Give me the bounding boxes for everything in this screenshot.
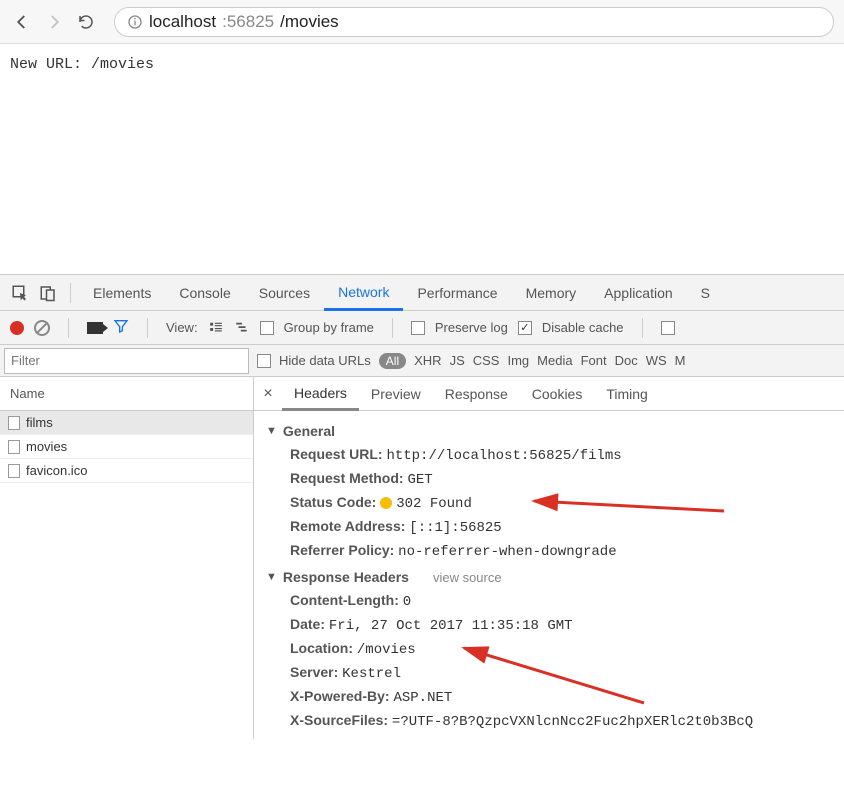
screenshot-icon[interactable] [87, 322, 103, 334]
info-icon [127, 14, 143, 30]
general-section[interactable]: ▼ General [266, 423, 832, 439]
detail-tab-headers[interactable]: Headers [282, 377, 359, 411]
status-dot-icon [380, 497, 392, 509]
general-title: General [283, 423, 335, 439]
hide-data-urls-checkbox[interactable] [257, 354, 271, 368]
chevron-down-icon: ▼ [266, 425, 277, 437]
filter-xhr[interactable]: XHR [414, 353, 441, 368]
filter-js[interactable]: JS [450, 353, 465, 368]
detail-tab-cookies[interactable]: Cookies [520, 377, 595, 411]
devtools: Elements Console Sources Network Perform… [0, 274, 844, 739]
detail-tab-response[interactable]: Response [433, 377, 520, 411]
tab-elements[interactable]: Elements [79, 275, 165, 311]
url-bar[interactable]: localhost :56825/movies [114, 7, 834, 37]
url-path: /movies [280, 12, 339, 32]
filter-font[interactable]: Font [581, 353, 607, 368]
page-content: New URL: /movies [0, 44, 844, 274]
filter-icon[interactable] [113, 318, 129, 337]
filter-manifest[interactable]: M [675, 353, 686, 368]
kv-content-length: Content-Length: 0 [266, 589, 832, 613]
request-list-header[interactable]: Name [0, 377, 253, 411]
group-by-frame-label: Group by frame [284, 320, 374, 335]
request-list: Name films movies favicon.ico [0, 377, 254, 739]
filter-doc[interactable]: Doc [615, 353, 638, 368]
kv-request-method: Request Method: GET [266, 467, 832, 491]
file-icon [8, 416, 20, 430]
group-by-frame-checkbox[interactable] [260, 321, 274, 335]
preserve-log-label: Preserve log [435, 320, 508, 335]
devtools-tabs: Elements Console Sources Network Perform… [0, 275, 844, 311]
url-host: localhost [149, 12, 216, 32]
filter-css[interactable]: CSS [473, 353, 500, 368]
tab-application[interactable]: Application [590, 275, 687, 311]
close-detail-button[interactable]: × [254, 385, 282, 403]
filter-media[interactable]: Media [537, 353, 572, 368]
detail-body: ▼ General Request URL: http://localhost:… [254, 411, 844, 739]
detail-tabs: × Headers Preview Response Cookies Timin… [254, 377, 844, 411]
request-name: films [26, 415, 53, 430]
url-port: :56825 [222, 12, 274, 32]
filter-all[interactable]: All [379, 353, 406, 369]
device-icon[interactable] [34, 279, 62, 307]
clear-button[interactable] [34, 320, 50, 336]
chevron-down-icon: ▼ [266, 571, 277, 583]
filter-input[interactable] [4, 348, 249, 374]
annotation-arrow [464, 643, 664, 716]
view-label: View: [166, 320, 198, 335]
filter-bar: Hide data URLs All XHR JS CSS Img Media … [0, 345, 844, 377]
detail-tab-preview[interactable]: Preview [359, 377, 433, 411]
disable-cache-checkbox[interactable]: ✓ [518, 321, 532, 335]
reload-button[interactable] [74, 10, 98, 34]
request-name: favicon.ico [26, 463, 87, 478]
detail-panel: × Headers Preview Response Cookies Timin… [254, 377, 844, 739]
network-split: Name films movies favicon.ico × Headers … [0, 377, 844, 739]
response-headers-section[interactable]: ▼ Response Headers view source [266, 569, 832, 585]
back-button[interactable] [10, 10, 34, 34]
file-icon [8, 464, 20, 478]
hide-data-urls-label: Hide data URLs [279, 353, 371, 368]
view-source-link[interactable]: view source [433, 570, 502, 585]
preserve-log-checkbox[interactable] [411, 321, 425, 335]
request-row-films[interactable]: films [0, 411, 253, 435]
kv-referrer-policy: Referrer Policy: no-referrer-when-downgr… [266, 539, 832, 563]
kv-date: Date: Fri, 27 Oct 2017 11:35:18 GMT [266, 613, 832, 637]
request-row-movies[interactable]: movies [0, 435, 253, 459]
filter-ws[interactable]: WS [646, 353, 667, 368]
tab-memory[interactable]: Memory [512, 275, 591, 311]
detail-tab-timing[interactable]: Timing [594, 377, 660, 411]
kv-request-url: Request URL: http://localhost:56825/film… [266, 443, 832, 467]
waterfall-icon[interactable] [234, 321, 250, 335]
tab-sources[interactable]: Sources [245, 275, 324, 311]
browser-toolbar: localhost :56825/movies [0, 0, 844, 44]
annotation-arrow [534, 489, 734, 522]
request-name: movies [26, 439, 67, 454]
tab-network[interactable]: Network [324, 275, 403, 311]
file-icon [8, 440, 20, 454]
disable-cache-label: Disable cache [542, 320, 624, 335]
inspect-icon[interactable] [6, 279, 34, 307]
request-row-favicon[interactable]: favicon.ico [0, 459, 253, 483]
response-headers-title: Response Headers [283, 569, 409, 585]
large-rows-icon[interactable] [208, 321, 224, 335]
offline-checkbox[interactable] [661, 321, 675, 335]
filter-img[interactable]: Img [507, 353, 529, 368]
forward-button[interactable] [42, 10, 66, 34]
tab-performance[interactable]: Performance [403, 275, 511, 311]
tab-console[interactable]: Console [165, 275, 244, 311]
tab-more[interactable]: S [687, 275, 724, 311]
network-toolbar: View: Group by frame Preserve log ✓ Disa… [0, 311, 844, 345]
record-button[interactable] [10, 321, 24, 335]
